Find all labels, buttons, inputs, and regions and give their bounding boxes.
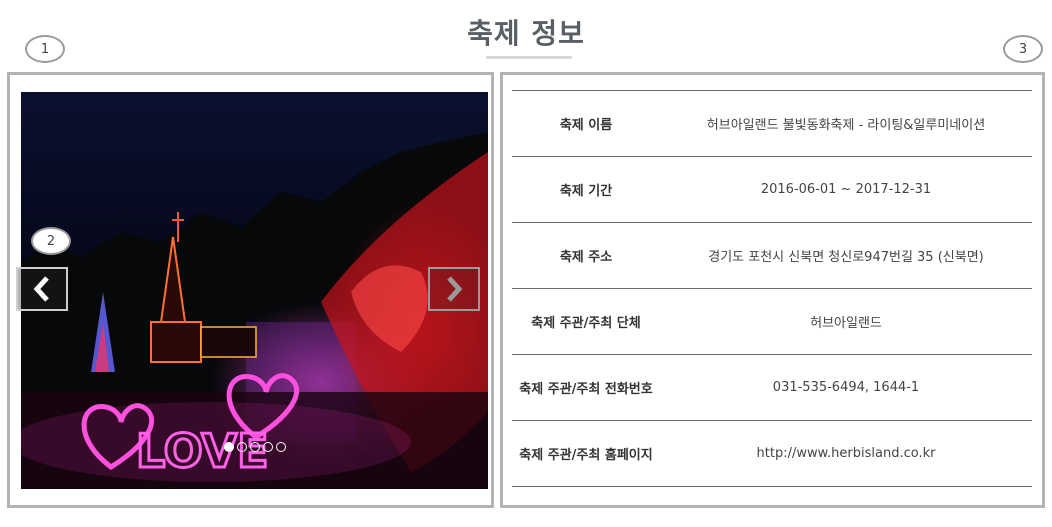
festival-photo: LOVE xyxy=(21,92,488,489)
page-title: 축제 정보 xyxy=(467,17,585,50)
chevron-right-icon xyxy=(447,276,463,302)
badge-3: 3 xyxy=(1003,35,1043,63)
festival-info-panel: 축제 이름 허브아일랜드 불빛동화축제 - 라이팅&일루미네이션 축제 기간 2… xyxy=(500,72,1045,508)
badge-1: 1 xyxy=(25,35,65,63)
festival-photo-illustration: LOVE xyxy=(21,92,488,489)
slide-dot-4[interactable] xyxy=(263,442,273,452)
table-row: 축제 주관/주최 전화번호 031-535-6494, 1644-1 xyxy=(512,354,1032,421)
row-label-organizer: 축제 주관/주최 단체 xyxy=(531,316,641,331)
table-row: 축제 이름 허브아일랜드 불빛동화축제 - 라이팅&일루미네이션 xyxy=(512,90,1032,157)
slide-dot-3[interactable] xyxy=(250,442,260,452)
badge-2: 2 xyxy=(31,227,71,255)
title-underline xyxy=(486,56,572,59)
next-slide-button[interactable] xyxy=(428,267,480,311)
row-value-period: 2016-06-01 ~ 2017-12-31 xyxy=(760,182,932,197)
row-label-name: 축제 이름 xyxy=(559,118,613,133)
table-row: 축제 주관/주최 홈페이지 http://www.herbisland.co.k… xyxy=(512,420,1032,487)
prev-slide-button[interactable] xyxy=(16,267,68,311)
row-value-organizer: 허브아일랜드 xyxy=(810,316,882,331)
table-row: 축제 주소 경기도 포천시 신북면 청신로947번길 35 (신북면) xyxy=(512,222,1032,289)
row-value-phone: 031-535-6494, 1644-1 xyxy=(772,380,920,395)
row-label-homepage: 축제 주관/주최 홈페이지 xyxy=(519,448,653,463)
row-label-address: 축제 주소 xyxy=(559,250,613,265)
row-value-homepage[interactable]: http://www.herbisland.co.kr xyxy=(660,421,1032,487)
slide-dot-1[interactable] xyxy=(224,442,234,452)
image-slider-panel: LOVE xyxy=(7,72,494,508)
slide-indicator xyxy=(224,442,286,452)
row-value-name: 허브아일랜드 불빛동화축제 - 라이팅&일루미네이션 xyxy=(706,118,986,133)
slide-dot-2[interactable] xyxy=(237,442,247,452)
chevron-left-icon xyxy=(33,276,49,302)
row-value-address: 경기도 포천시 신북면 청신로947번길 35 (신북면) xyxy=(708,250,984,265)
table-row: 축제 주관/주최 단체 허브아일랜드 xyxy=(512,288,1032,355)
slide-dot-5[interactable] xyxy=(276,442,286,452)
row-label-phone: 축제 주관/주최 전화번호 xyxy=(519,382,653,397)
row-label-period: 축제 기간 xyxy=(559,184,613,199)
table-row: 축제 기간 2016-06-01 ~ 2017-12-31 xyxy=(512,156,1032,223)
festival-info-table: 축제 이름 허브아일랜드 불빛동화축제 - 라이팅&일루미네이션 축제 기간 2… xyxy=(512,90,1032,487)
